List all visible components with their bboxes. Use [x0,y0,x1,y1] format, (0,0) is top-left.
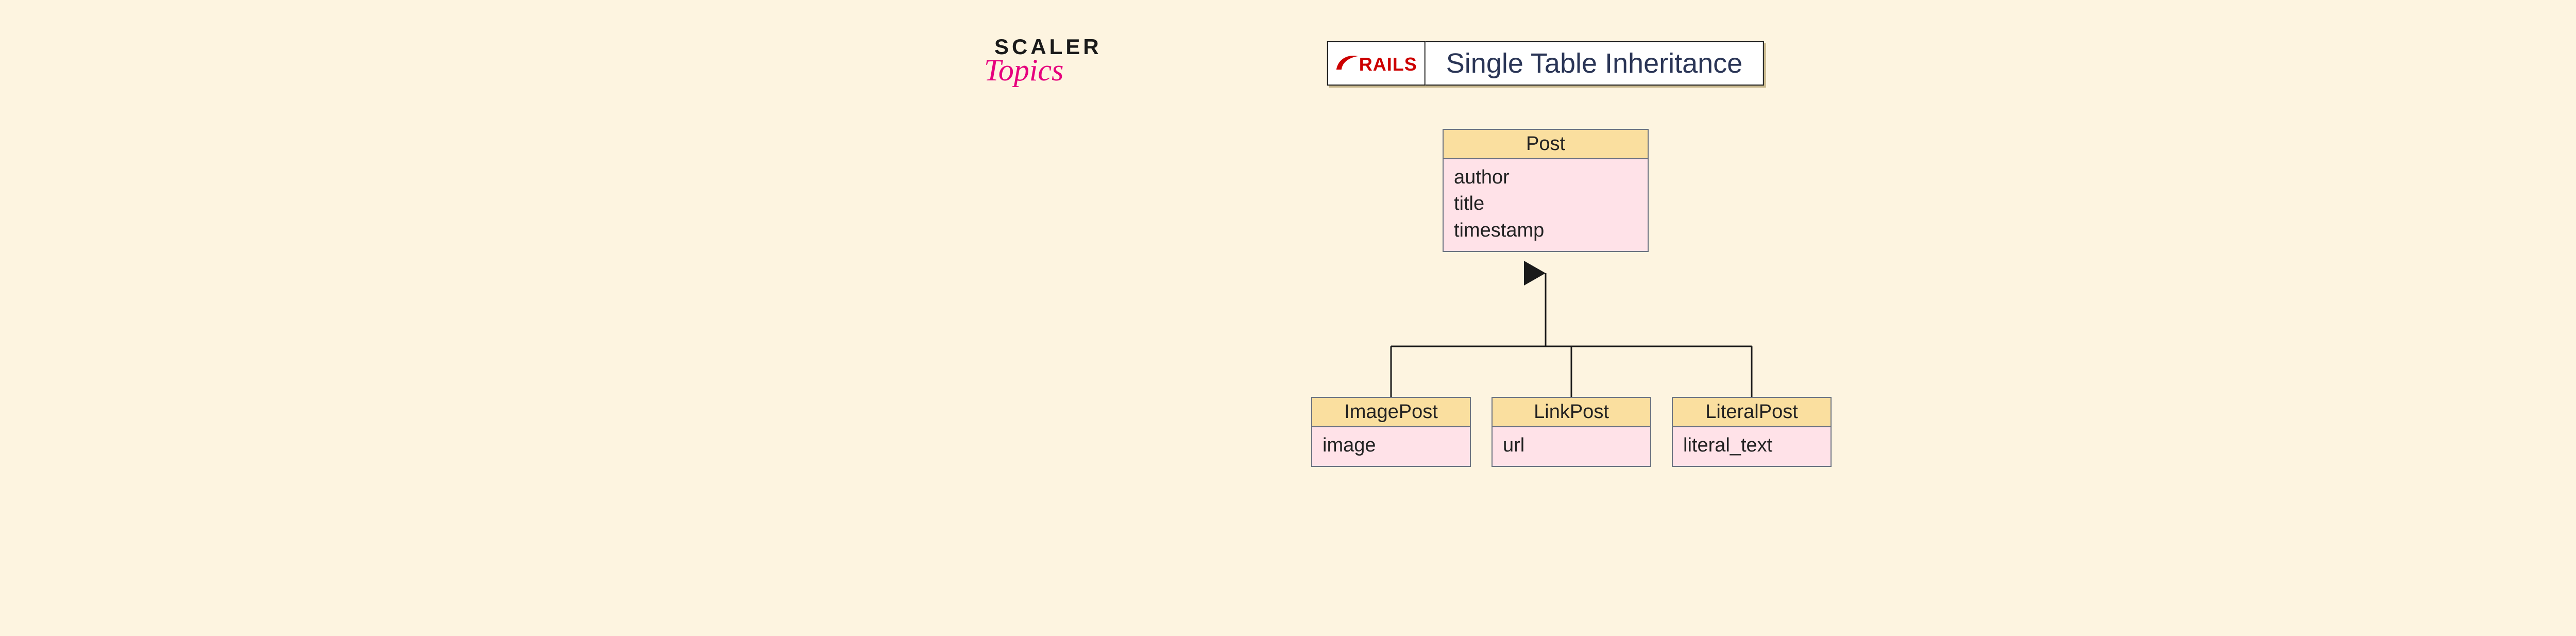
scaler-topics-logo: SCALER Topics [994,36,1102,86]
attr: title [1454,191,1637,217]
attr: image [1323,432,1460,459]
attr: timestamp [1454,217,1637,244]
diagram-title: Single Table Inheritance [1426,41,1764,86]
class-linkpost-name: LinkPost [1493,398,1650,427]
class-literalpost: LiteralPost literal_text [1672,397,1832,467]
rails-logo-box: RAILS [1327,41,1426,86]
class-post-name: Post [1444,130,1648,159]
rails-icon: RAILS [1335,52,1417,75]
class-linkpost-attrs: url [1493,427,1650,466]
class-imagepost: ImagePost image [1311,397,1471,467]
class-imagepost-name: ImagePost [1312,398,1470,427]
diagram-canvas: SCALER Topics RAILS Single Table Inherit… [927,0,2164,636]
class-literalpost-name: LiteralPost [1673,398,1831,427]
class-imagepost-attrs: image [1312,427,1470,466]
class-post-attrs: author title timestamp [1444,159,1648,251]
logo-bottom-text: Topics [984,55,1102,86]
attr: url [1503,432,1640,459]
title-banner: RAILS Single Table Inheritance [1327,41,1764,86]
rails-label: RAILS [1359,54,1417,75]
inheritance-connectors [927,0,2164,636]
class-literalpost-attrs: literal_text [1673,427,1831,466]
class-post: Post author title timestamp [1443,129,1649,252]
attr: literal_text [1683,432,1820,459]
class-linkpost: LinkPost url [1492,397,1651,467]
attr: author [1454,164,1637,191]
